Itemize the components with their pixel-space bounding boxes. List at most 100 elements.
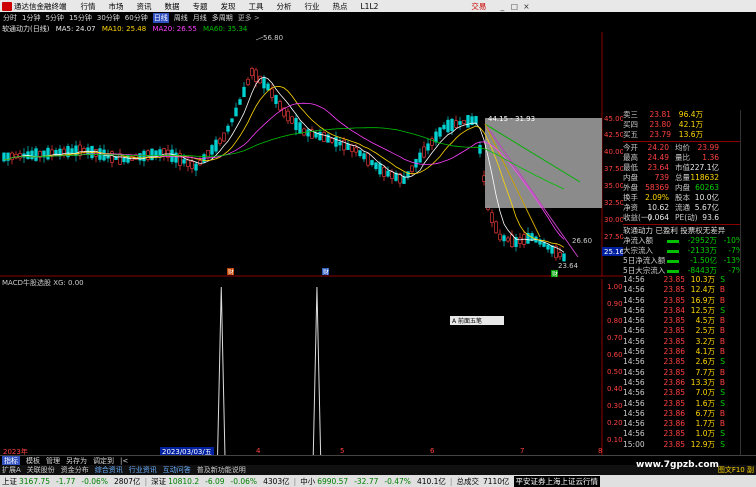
tick-volume: 12.5万 — [690, 305, 715, 315]
period-multi[interactable]: 多周期 — [212, 13, 233, 23]
tab-news[interactable]: 综合资讯 — [95, 465, 123, 475]
event-marker-label: 财 — [228, 268, 234, 276]
close-icon[interactable]: × — [520, 2, 532, 11]
box-label: 44.15 - 31.93 — [488, 115, 535, 123]
menu-item-quotes[interactable]: 行情 — [81, 1, 96, 12]
tab-extend-a[interactable]: 扩展A — [2, 465, 21, 475]
watermark: www.7gpzb.com — [636, 460, 719, 470]
stat-value: 23.64 — [647, 163, 669, 172]
tick-row: 14:56 23.86 13.3万 B — [623, 378, 753, 388]
tab-template[interactable]: 模板 — [26, 456, 40, 466]
candle-body — [458, 121, 462, 125]
stat-value: 93.6 — [702, 213, 719, 222]
minimize-icon[interactable]: _ — [496, 2, 508, 11]
tick-time: 14:56 — [623, 326, 645, 336]
flow-row: 大宗流入 -2133万 -7% — [623, 246, 743, 256]
tab-indicator[interactable]: 指标 — [2, 455, 20, 466]
stat-value: 60263 — [695, 183, 719, 192]
tab-qa[interactable]: 互动问答 — [163, 465, 191, 475]
tick-direction: B — [719, 367, 725, 377]
menu-item-data[interactable]: 数据 — [165, 1, 180, 12]
tab-new-features[interactable]: 普及新功能说明 — [197, 465, 246, 475]
date-tick: 8 — [598, 447, 603, 455]
period-monthly[interactable]: 月线 — [193, 13, 207, 23]
period-more-button[interactable]: 更多 > — [238, 13, 260, 23]
tick-row: 14:56 23.85 10.3万 S — [623, 275, 753, 285]
menu-item-l1l2[interactable]: L1L2 — [361, 2, 379, 11]
tick-row: 14:56 23.85 7.0万 S — [623, 388, 753, 398]
candle-body — [270, 88, 274, 98]
tick-price: 23.85 — [663, 275, 685, 284]
candle-body — [250, 67, 254, 77]
f10-button[interactable]: 图文F10 副 — [718, 465, 754, 475]
maximize-icon[interactable]: □ — [508, 2, 520, 11]
menu-item-industry[interactable]: 行业 — [305, 1, 320, 12]
candle-body — [450, 118, 454, 132]
index-sz-name[interactable]: 深证 — [151, 476, 166, 487]
candle-body — [558, 252, 562, 258]
menu-item-analysis[interactable]: 分析 — [277, 1, 292, 12]
flow-value: -2952万 — [687, 236, 717, 245]
xg-signal-line — [217, 286, 322, 455]
target-label: 26.60 — [572, 237, 592, 245]
menu-item-discover[interactable]: 发现 — [221, 1, 236, 12]
tab-save-as[interactable]: 另存为 — [66, 456, 87, 466]
tick-volume: 1.0万 — [695, 429, 715, 439]
menu-item-tools[interactable]: 工具 — [249, 1, 264, 12]
macd-chart[interactable]: 1.00 0.90 0.80 0.70 0.60 0.50 0.40 0.30 … — [0, 279, 623, 455]
candle-body — [190, 161, 194, 169]
tab-manage[interactable]: 管理 — [46, 456, 60, 466]
axis-tick: 0.40 — [607, 385, 623, 393]
candlestick-chart[interactable]: 56.80 44.15 - 31.93 26.60 23.64 45.00 42… — [0, 32, 623, 277]
tick-direction: B — [719, 347, 725, 357]
period-5min[interactable]: 5分钟 — [45, 13, 63, 23]
menu-item-market[interactable]: 市场 — [109, 1, 124, 12]
candle-body — [222, 132, 226, 142]
period-weekly[interactable]: 周线 — [174, 13, 188, 23]
tick-volume: 4.5万 — [695, 316, 715, 326]
tick-row: 14:56 23.85 16.9万 B — [623, 296, 753, 306]
candle-body — [374, 162, 378, 169]
tab-set[interactable]: 调定到 — [93, 456, 114, 466]
news-ticker[interactable]: 平安证券上海上证云行情 — [513, 475, 601, 487]
mini-widget[interactable]: A 前面五笔 — [450, 316, 504, 325]
stat-value: 2.09% — [645, 193, 669, 202]
candle-body — [298, 122, 302, 134]
index-sz-pct: -0.06% — [230, 476, 258, 486]
candle-body — [518, 237, 522, 244]
menu-item-hot[interactable]: 热点 — [333, 1, 348, 12]
index-sh-name[interactable]: 上证 — [2, 476, 17, 487]
stat-value: 24.20 — [647, 143, 669, 152]
period-timeshare[interactable]: 分时 — [3, 13, 17, 23]
menu-item-news[interactable]: 资讯 — [137, 1, 152, 12]
menu-item-topics[interactable]: 专题 — [193, 1, 208, 12]
stat-label: 均价 — [675, 143, 690, 152]
candle-body — [370, 160, 374, 166]
stat-label: 总量 — [675, 173, 690, 182]
period-30min[interactable]: 30分钟 — [97, 13, 120, 23]
tick-price: 23.85 — [663, 336, 685, 346]
tick-direction: S — [720, 305, 725, 315]
period-60min[interactable]: 60分钟 — [125, 13, 148, 23]
period-1min[interactable]: 1分钟 — [22, 13, 40, 23]
stat-row: 最低 23.64 市值 227.1亿 — [623, 163, 743, 173]
candle-group — [2, 66, 566, 262]
flow-bar — [667, 260, 679, 263]
candle-body — [482, 175, 486, 182]
candle-body — [474, 116, 478, 124]
period-toolbar: 分时 1分钟 5分钟 15分钟 30分钟 60分钟 日线 周线 月线 多周期 更… — [0, 12, 428, 23]
period-daily[interactable]: 日线 — [152, 12, 169, 23]
period-15min[interactable]: 15分钟 — [69, 13, 92, 23]
stat-label: 换手 — [623, 193, 638, 202]
right-scrollbar[interactable] — [740, 110, 756, 465]
candle-body — [174, 152, 178, 163]
tick-direction: S — [720, 357, 725, 367]
index-sme-name[interactable]: 中小 — [300, 476, 315, 487]
tab-fund-distribution[interactable]: 资金分布 — [61, 465, 89, 475]
trade-button[interactable]: 交易 — [471, 1, 486, 12]
tab-related-stocks[interactable]: 关联股份 — [27, 465, 55, 475]
stat-label: 市值 — [675, 163, 690, 172]
tab-industry-news[interactable]: 行业资讯 — [129, 465, 157, 475]
tab-collapse[interactable]: |< — [120, 457, 128, 465]
candle-body — [362, 153, 366, 160]
